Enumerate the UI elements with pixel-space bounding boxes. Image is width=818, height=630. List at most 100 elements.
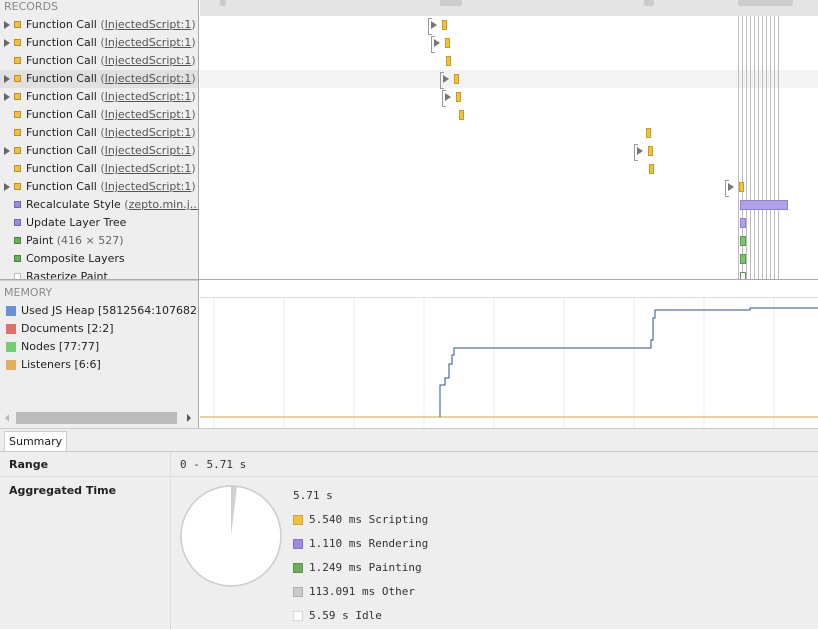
record-detail[interactable]: zepto.min.j... [129, 198, 198, 211]
record-bar[interactable] [445, 38, 450, 48]
range-label: Range [9, 458, 49, 471]
record-row[interactable]: Paint (416 × 527) [0, 232, 198, 250]
record-detail: 416 × 527 [61, 234, 120, 247]
record-detail[interactable]: InjectedScript:1 [105, 108, 192, 121]
expand-triangle-icon[interactable] [443, 75, 449, 83]
record-row[interactable]: Rasterize Paint [0, 268, 198, 286]
expand-triangle-icon[interactable] [445, 93, 451, 101]
record-row[interactable]: Function Call (InjectedScript:1) [0, 70, 198, 88]
record-detail[interactable]: InjectedScript:1 [105, 54, 192, 67]
expand-triangle-icon[interactable] [637, 147, 643, 155]
record-bar[interactable] [648, 146, 653, 156]
record-color-swatch [14, 201, 21, 208]
record-row[interactable]: Function Call (InjectedScript:1) [0, 88, 198, 106]
record-row[interactable]: Function Call (InjectedScript:1) [0, 178, 198, 196]
memory-graph-header [200, 280, 818, 298]
record-name: Function Call [26, 18, 97, 31]
legend-item: 1.110 ms Rendering [293, 537, 428, 551]
record-name: Update Layer Tree [26, 216, 127, 229]
record-detail[interactable]: InjectedScript:1 [105, 72, 192, 85]
legend-label: 5.59 s Idle [309, 609, 382, 622]
expand-triangle-icon[interactable] [728, 183, 734, 191]
record-bar[interactable] [459, 110, 464, 120]
record-row[interactable]: Function Call (InjectedScript:1) [0, 124, 198, 142]
memory-counter[interactable]: Documents [2:2] [0, 320, 198, 338]
record-color-swatch [14, 255, 21, 262]
scroll-thumb[interactable] [16, 412, 177, 424]
legend-item: 113.091 ms Other [293, 585, 415, 599]
record-color-swatch [14, 39, 21, 46]
counter-checkbox[interactable] [6, 306, 16, 316]
memory-counter[interactable]: Nodes [77:77] [0, 338, 198, 356]
record-bar[interactable] [649, 164, 654, 174]
record-name: Function Call [26, 108, 97, 121]
expand-triangle-icon[interactable] [4, 21, 10, 29]
record-row[interactable]: Recalculate Style (zepto.min.j... [0, 196, 198, 214]
memory-header: MEMORY [4, 286, 53, 299]
record-detail[interactable]: InjectedScript:1 [105, 162, 192, 175]
record-detail[interactable]: InjectedScript:1 [105, 36, 192, 49]
record-row[interactable]: Function Call (InjectedScript:1) [0, 16, 198, 34]
counter-checkbox[interactable] [6, 360, 16, 370]
record-color-swatch [14, 93, 21, 100]
counter-checkbox[interactable] [6, 324, 16, 334]
record-detail[interactable]: InjectedScript:1 [105, 126, 192, 139]
record-bar[interactable] [740, 218, 746, 228]
record-name: Paint [26, 234, 54, 247]
expand-triangle-icon[interactable] [4, 183, 10, 191]
record-detail[interactable]: InjectedScript:1 [105, 180, 192, 193]
record-row[interactable]: Function Call (InjectedScript:1) [0, 52, 198, 70]
record-bar[interactable] [456, 92, 461, 102]
record-bar[interactable] [454, 74, 459, 84]
sidebar: RECORDS Function Call (InjectedScript:1)… [0, 0, 199, 428]
record-bar[interactable] [740, 254, 746, 264]
scroll-left-arrow[interactable] [5, 414, 9, 422]
record-bar[interactable] [442, 20, 447, 30]
record-bar[interactable] [740, 272, 746, 279]
record-bar[interactable] [446, 56, 451, 66]
scroll-right-arrow[interactable] [187, 414, 191, 422]
expand-triangle-icon[interactable] [4, 147, 10, 155]
expand-triangle-icon[interactable] [4, 39, 10, 47]
record-detail[interactable]: InjectedScript:1 [105, 90, 192, 103]
records-timeline[interactable] [200, 16, 818, 279]
record-name: Function Call [26, 180, 97, 193]
memory-counter[interactable]: Listeners [6:6] [0, 356, 198, 374]
summary-panel: Summary Range 0 - 5.71 s Aggregated Time… [0, 428, 818, 630]
record-bar[interactable] [740, 236, 746, 246]
record-color-swatch [14, 75, 21, 82]
expand-triangle-icon[interactable] [4, 93, 10, 101]
record-detail[interactable]: InjectedScript:1 [105, 18, 192, 31]
timeline-overview[interactable] [200, 0, 818, 16]
record-row[interactable]: Function Call (InjectedScript:1) [0, 34, 198, 52]
record-detail[interactable]: InjectedScript:1 [105, 144, 192, 157]
legend-swatch [293, 587, 303, 597]
record-color-swatch [14, 147, 21, 154]
expand-triangle-icon[interactable] [434, 39, 440, 47]
record-color-swatch [14, 129, 21, 136]
expand-triangle-icon[interactable] [431, 21, 437, 29]
record-color-swatch [14, 21, 21, 28]
tab-summary[interactable]: Summary [4, 431, 68, 451]
record-row[interactable]: Composite Layers [0, 250, 198, 268]
record-bar[interactable] [739, 182, 744, 192]
counter-label: Documents [2:2] [21, 322, 114, 335]
counter-checkbox[interactable] [6, 342, 16, 352]
legend-item: 1.249 ms Painting [293, 561, 422, 575]
record-name: Function Call [26, 72, 97, 85]
record-bar[interactable] [740, 200, 788, 210]
horizontal-scrollbar[interactable] [0, 410, 199, 426]
expand-triangle-icon[interactable] [4, 75, 10, 83]
record-color-swatch [14, 183, 21, 190]
record-row[interactable]: Function Call (InjectedScript:1) [0, 142, 198, 160]
record-row[interactable]: Function Call (InjectedScript:1) [0, 106, 198, 124]
legend-label: 5.540 ms Scripting [309, 513, 429, 526]
legend-swatch [293, 539, 303, 549]
record-color-swatch [14, 165, 21, 172]
memory-counter[interactable]: Used JS Heap [5812564:10768280] [0, 302, 198, 320]
record-bar[interactable] [646, 128, 651, 138]
record-row[interactable]: Function Call (InjectedScript:1) [0, 160, 198, 178]
pie-chart [180, 485, 282, 587]
record-name: Function Call [26, 36, 97, 49]
record-row[interactable]: Update Layer Tree [0, 214, 198, 232]
